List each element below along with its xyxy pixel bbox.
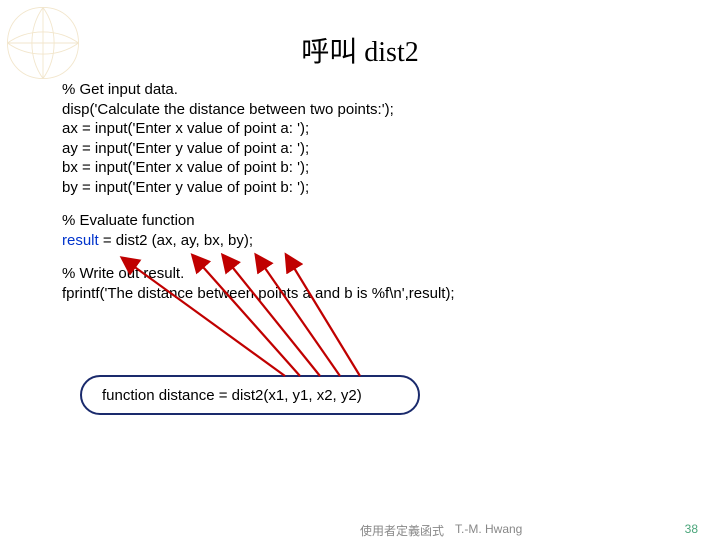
function-declaration: function distance = dist2(x1, y1, x2, y2…	[102, 387, 362, 404]
code-line: ax = input('Enter x value of point a: ')…	[62, 119, 662, 139]
footer-source: 使用者定義函式	[360, 522, 444, 539]
code-line: ay = input('Enter y value of point a: ')…	[62, 139, 662, 159]
code-text: = dist2 (ax, ay, bx, by);	[99, 232, 253, 249]
code-line: bx = input('Enter x value of point b: ')…	[62, 158, 662, 178]
code-line: % Evaluate function	[62, 211, 662, 231]
code-line: result = dist2 (ax, ay, bx, by);	[62, 231, 662, 251]
code-highlight: result	[62, 232, 99, 249]
code-line: by = input('Enter y value of point b: ')…	[62, 178, 662, 198]
code-line: % Write out result.	[62, 264, 662, 284]
footer-page: 38	[685, 522, 698, 536]
slide-title: 呼叫 dist2	[0, 30, 720, 70]
title-cjk: 呼叫	[301, 37, 357, 68]
title-fn: dist2	[364, 37, 418, 68]
function-declaration-box: function distance = dist2(x1, y1, x2, y2…	[80, 375, 420, 415]
code-line: disp('Calculate the distance between two…	[62, 100, 662, 120]
code-line: fprintf('The distance between points a a…	[62, 284, 662, 304]
code-line: % Get input data.	[62, 80, 662, 100]
code-block: % Get input data. disp('Calculate the di…	[62, 80, 662, 317]
footer-author: T.-M. Hwang	[455, 522, 522, 536]
